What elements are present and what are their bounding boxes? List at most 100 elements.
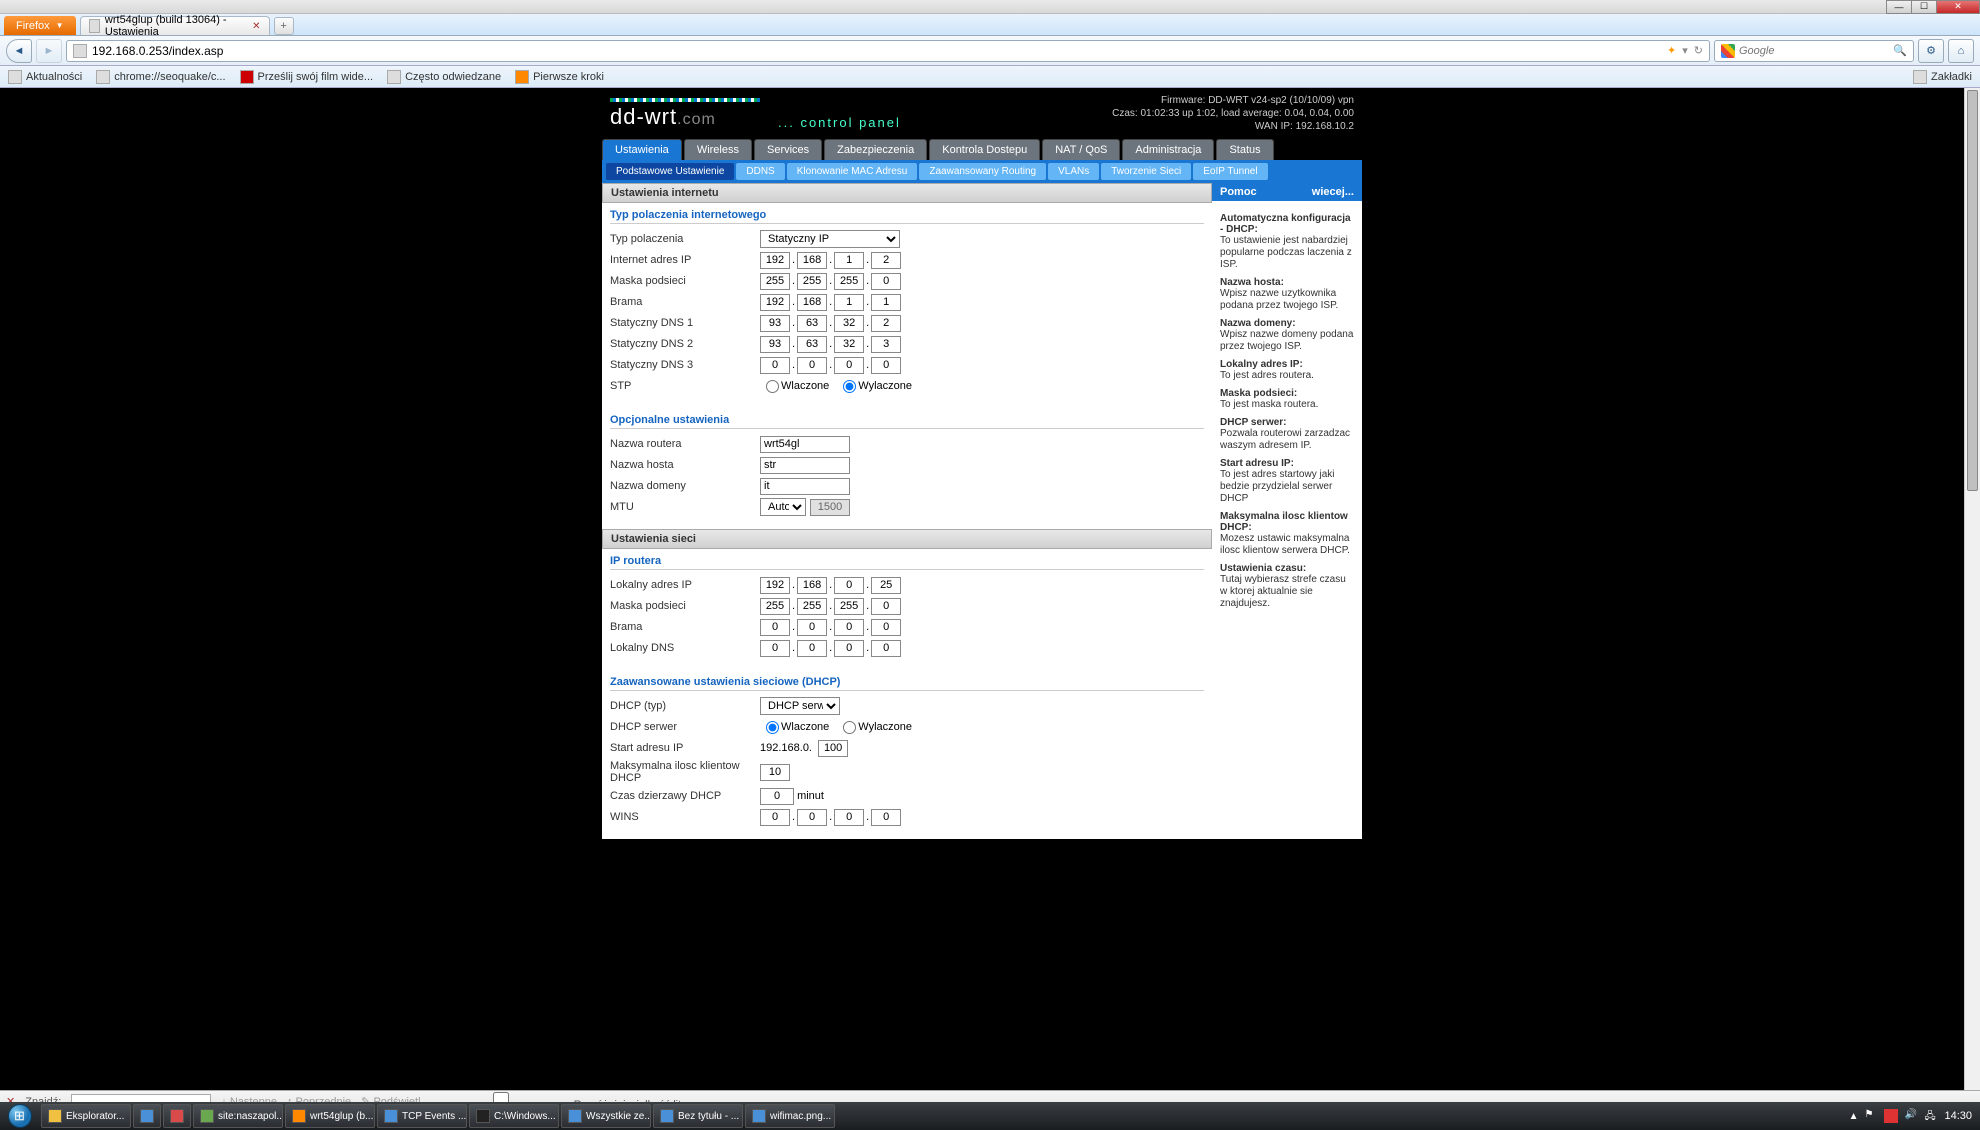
- dns2-3[interactable]: [834, 336, 864, 353]
- mask-3[interactable]: [834, 273, 864, 290]
- search-go-icon[interactable]: 🔍: [1893, 44, 1907, 57]
- input-lease-time[interactable]: [760, 788, 794, 805]
- lip-1[interactable]: [760, 577, 790, 594]
- dns1-1[interactable]: [760, 315, 790, 332]
- window-maximize-button[interactable]: ☐: [1911, 0, 1937, 14]
- start-button[interactable]: [0, 1102, 40, 1130]
- subtab-vlans[interactable]: VLANs: [1048, 163, 1099, 180]
- lmask-1[interactable]: [760, 598, 790, 615]
- dhcp-off-radio[interactable]: [843, 721, 856, 734]
- input-max-clients[interactable]: [760, 764, 790, 781]
- dns1-3[interactable]: [834, 315, 864, 332]
- lip-4[interactable]: [871, 577, 901, 594]
- feed-icon[interactable]: ✦: [1667, 44, 1676, 57]
- gw-3[interactable]: [834, 294, 864, 311]
- taskbar-item[interactable]: Bez tytułu - ...: [653, 1104, 743, 1128]
- taskbar-item[interactable]: site:naszapol...: [193, 1104, 283, 1128]
- tab-wireless[interactable]: Wireless: [684, 139, 752, 160]
- browser-tab-active[interactable]: wrt54glup (build 13064) - Ustawienia ✕: [80, 16, 270, 35]
- bookmark-youtube[interactable]: Prześlij swój film wide...: [240, 70, 374, 84]
- nav-back-button[interactable]: ◄: [6, 39, 32, 63]
- stp-on-radio[interactable]: [766, 380, 779, 393]
- tray-show-hidden-icon[interactable]: ▲: [1849, 1111, 1859, 1122]
- firefox-menu-button[interactable]: Firefox ▼: [4, 16, 76, 35]
- gw-2[interactable]: [797, 294, 827, 311]
- lgw-2[interactable]: [797, 619, 827, 636]
- subtab-eoip[interactable]: EoIP Tunnel: [1193, 163, 1267, 180]
- dhcp-on-radio[interactable]: [766, 721, 779, 734]
- tray-action-center-icon[interactable]: ⚑: [1864, 1109, 1878, 1123]
- lgw-4[interactable]: [871, 619, 901, 636]
- vertical-scrollbar[interactable]: [1964, 88, 1980, 1090]
- tray-volume-icon[interactable]: 🔊: [1904, 1109, 1918, 1123]
- search-bar[interactable]: 🔍: [1714, 40, 1914, 62]
- mask-4[interactable]: [871, 273, 901, 290]
- help-more-link[interactable]: wiecej...: [1312, 186, 1354, 198]
- bookmarks-menu-button[interactable]: Zakładki: [1913, 70, 1972, 84]
- scrollbar-thumb[interactable]: [1967, 90, 1978, 491]
- wins-2[interactable]: [797, 809, 827, 826]
- bookmark-frequent[interactable]: Często odwiedzane: [387, 70, 501, 84]
- window-close-button[interactable]: ✕: [1936, 0, 1980, 14]
- bookmark-firststeps[interactable]: Pierwsze kroki: [515, 70, 604, 84]
- lip-2[interactable]: [797, 577, 827, 594]
- gw-4[interactable]: [871, 294, 901, 311]
- dns2-4[interactable]: [871, 336, 901, 353]
- tab-status[interactable]: Status: [1216, 139, 1273, 160]
- ldns-4[interactable]: [871, 640, 901, 657]
- taskbar-item[interactable]: wrt54glup (b...: [285, 1104, 375, 1128]
- lmask-3[interactable]: [834, 598, 864, 615]
- taskbar-item[interactable]: [133, 1104, 161, 1128]
- gw-1[interactable]: [760, 294, 790, 311]
- mask-1[interactable]: [760, 273, 790, 290]
- lgw-3[interactable]: [834, 619, 864, 636]
- tab-close-icon[interactable]: ✕: [252, 21, 260, 32]
- mask-2[interactable]: [797, 273, 827, 290]
- tab-administracja[interactable]: Administracja: [1122, 139, 1214, 160]
- tray-antivirus-icon[interactable]: [1884, 1109, 1898, 1123]
- select-connection-type[interactable]: Statyczny IP: [760, 230, 900, 248]
- select-dhcp-type[interactable]: DHCP serwer: [760, 697, 840, 715]
- reload-icon[interactable]: ↻: [1694, 44, 1703, 57]
- subtab-basic[interactable]: Podstawowe Ustawienie: [606, 163, 734, 180]
- select-mtu-mode[interactable]: Auto: [760, 498, 806, 516]
- ldns-1[interactable]: [760, 640, 790, 657]
- input-domain-name[interactable]: [760, 478, 850, 495]
- home-button[interactable]: ⌂: [1948, 39, 1974, 63]
- dns3-4[interactable]: [871, 357, 901, 374]
- wins-1[interactable]: [760, 809, 790, 826]
- wins-3[interactable]: [834, 809, 864, 826]
- taskbar-item[interactable]: C:\Windows...: [469, 1104, 559, 1128]
- wins-4[interactable]: [871, 809, 901, 826]
- ldns-3[interactable]: [834, 640, 864, 657]
- subtab-ddns[interactable]: DDNS: [736, 163, 784, 180]
- lip-3[interactable]: [834, 577, 864, 594]
- wan-ip-4[interactable]: [871, 252, 901, 269]
- wan-ip-3[interactable]: [834, 252, 864, 269]
- dns1-2[interactable]: [797, 315, 827, 332]
- input-router-name[interactable]: [760, 436, 850, 453]
- search-input[interactable]: [1739, 45, 1893, 57]
- window-minimize-button[interactable]: —: [1886, 0, 1912, 14]
- url-bar[interactable]: ✦ ▾ ↻: [66, 40, 1710, 62]
- ldns-2[interactable]: [797, 640, 827, 657]
- taskbar-item[interactable]: Eksplorator...: [41, 1104, 131, 1128]
- tab-services[interactable]: Services: [754, 139, 822, 160]
- tab-ustawienia[interactable]: Ustawienia: [602, 139, 682, 160]
- taskbar-item[interactable]: [163, 1104, 191, 1128]
- lmask-2[interactable]: [797, 598, 827, 615]
- taskbar-item[interactable]: Wszystkie ze...: [561, 1104, 651, 1128]
- tab-kontrola[interactable]: Kontrola Dostepu: [929, 139, 1040, 160]
- dns3-3[interactable]: [834, 357, 864, 374]
- subtab-adv-routing[interactable]: Zaawansowany Routing: [919, 163, 1046, 180]
- dns3-1[interactable]: [760, 357, 790, 374]
- nav-forward-button[interactable]: ►: [36, 39, 62, 63]
- wan-ip-1[interactable]: [760, 252, 790, 269]
- dns1-4[interactable]: [871, 315, 901, 332]
- taskbar-clock[interactable]: 14:30: [1944, 1110, 1972, 1122]
- dns3-2[interactable]: [797, 357, 827, 374]
- lmask-4[interactable]: [871, 598, 901, 615]
- subtab-mac-clone[interactable]: Klonowanie MAC Adresu: [787, 163, 918, 180]
- new-tab-button[interactable]: +: [274, 17, 294, 35]
- bookmark-aktualnosci[interactable]: Aktualności: [8, 70, 82, 84]
